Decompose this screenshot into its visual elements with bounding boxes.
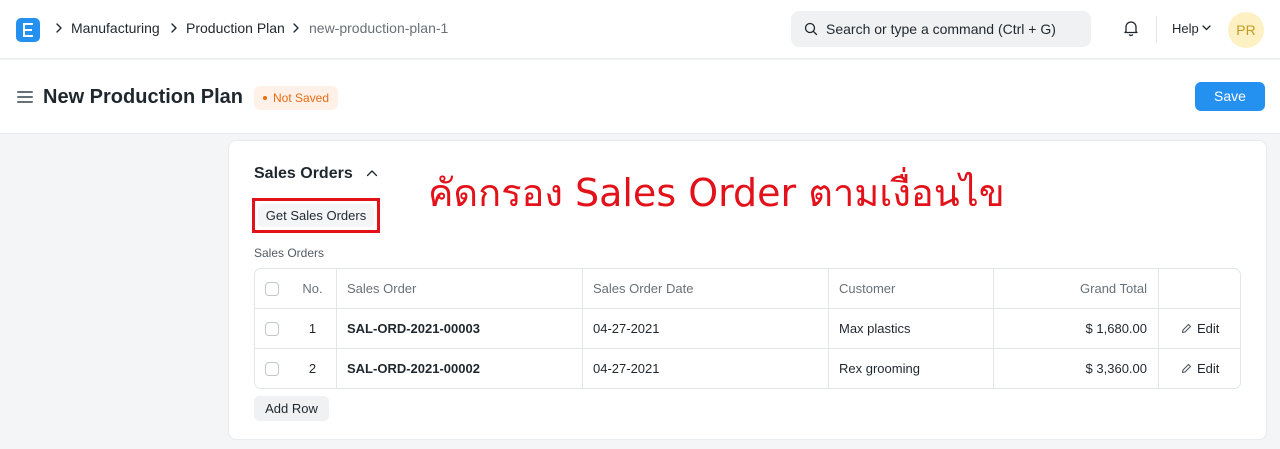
cell-customer[interactable]: Rex grooming [829,349,994,388]
chevron-down-icon[interactable] [1202,25,1211,31]
navbar: Manufacturing Production Plan new-produc… [0,0,1280,59]
page-header: New Production Plan Not Saved Save [0,60,1280,134]
cell-grand-total[interactable]: $ 1,680.00 [994,309,1159,349]
pencil-icon [1181,363,1192,374]
edit-label: Edit [1197,321,1220,336]
cell-customer[interactable]: Max plastics [829,309,994,349]
col-header-actions [1159,269,1240,309]
search-icon [804,22,818,36]
row-select-cell [255,349,289,388]
get-sales-orders-button[interactable]: Get Sales Orders [258,204,374,227]
cell-date[interactable]: 04-27-2021 [583,309,829,349]
status-badge-label: Not Saved [273,91,330,105]
sales-orders-section: Sales Orders Get Sales Orders คัดกรอง Sa… [228,140,1267,440]
row-checkbox[interactable] [265,362,279,376]
help-menu[interactable]: Help [1172,21,1199,37]
cell-no: 1 [289,309,337,349]
col-header-sales-order: Sales Order [337,269,583,309]
edit-row-button[interactable]: Edit [1181,309,1219,349]
avatar[interactable]: PR [1228,12,1264,48]
status-dot-icon [263,96,267,100]
col-header-grand-total: Grand Total [994,269,1159,309]
highlight-box: Get Sales Orders [252,198,380,233]
cell-grand-total[interactable]: $ 3,360.00 [994,349,1159,388]
col-header-customer: Customer [829,269,994,309]
cell-no: 2 [289,349,337,388]
add-row-button[interactable]: Add Row [254,396,329,421]
page-title: New Production Plan [43,86,244,108]
edit-label: Edit [1197,361,1220,376]
row-checkbox[interactable] [265,322,279,336]
breadcrumb-manufacturing[interactable]: Manufacturing [71,20,160,37]
chevron-right-icon [56,23,62,33]
chevron-right-icon [171,23,177,33]
select-all-checkbox[interactable] [265,282,279,296]
save-button[interactable]: Save [1195,82,1265,111]
chevron-up-icon[interactable] [366,169,378,177]
breadcrumb-current-doc[interactable]: new-production-plan-1 [309,20,448,37]
cell-actions: Edit [1159,349,1240,388]
notification-bell-icon[interactable] [1122,19,1140,37]
table-row[interactable]: 2 SAL-ORD-2021-00002 04-27-2021 Rex groo… [255,349,1240,388]
chevron-right-icon [293,23,299,33]
sales-orders-table: No. Sales Order Sales Order Date Custome… [254,268,1241,389]
app-logo-icon[interactable] [16,18,40,42]
nav-divider [1156,16,1157,42]
row-select-cell [255,309,289,349]
table-row[interactable]: 1 SAL-ORD-2021-00003 04-27-2021 Max plas… [255,309,1240,349]
col-header-no: No. [289,269,337,309]
table-label: Sales Orders [254,246,325,260]
pencil-icon [1181,323,1192,334]
sidebar-toggle-icon[interactable] [17,91,33,103]
edit-row-button[interactable]: Edit [1181,349,1220,388]
breadcrumb-production-plan[interactable]: Production Plan [186,20,285,37]
header-select-cell [255,269,289,309]
status-badge: Not Saved [254,86,339,110]
cell-sales-order[interactable]: SAL-ORD-2021-00002 [337,349,583,388]
annotation-text: คัดกรอง Sales Order ตามเงื่อนไข [428,171,1005,215]
col-header-date: Sales Order Date [583,269,829,309]
cell-date[interactable]: 04-27-2021 [583,349,829,388]
section-title[interactable]: Sales Orders [254,164,353,183]
cell-actions: Edit [1159,309,1240,349]
search-bar[interactable]: Search or type a command (Ctrl + G) [791,11,1091,47]
search-placeholder: Search or type a command (Ctrl + G) [826,21,1056,37]
cell-sales-order[interactable]: SAL-ORD-2021-00003 [337,309,583,349]
table-header-row: No. Sales Order Sales Order Date Custome… [255,269,1240,309]
